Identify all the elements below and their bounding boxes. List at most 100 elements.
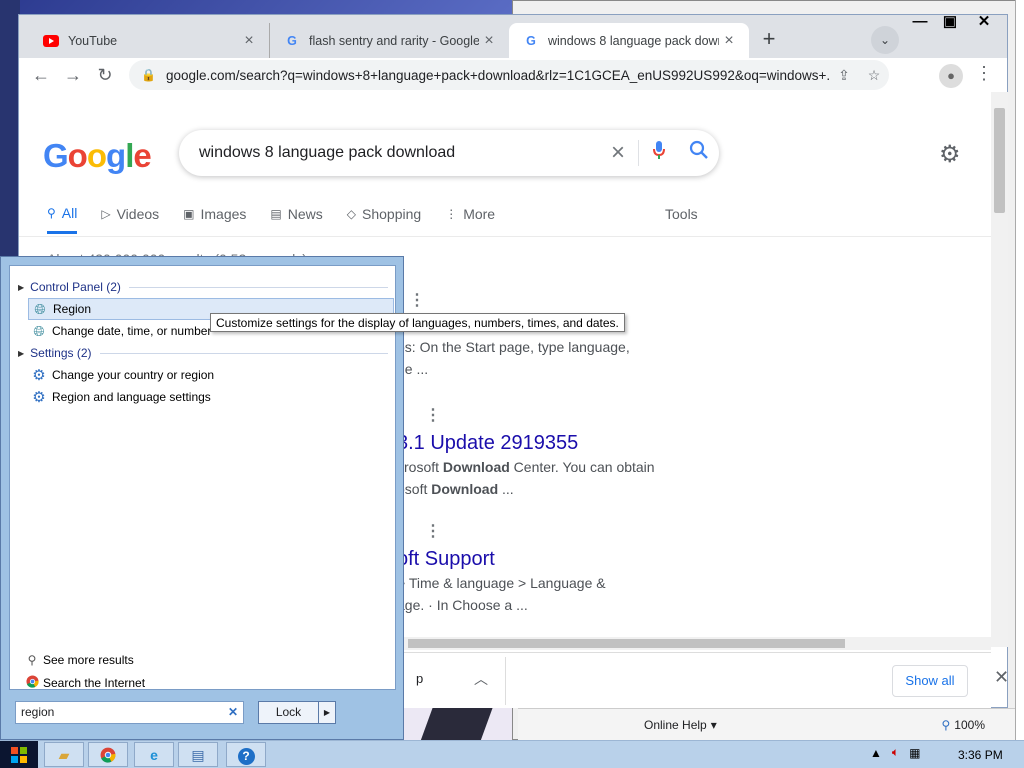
address-bar[interactable]: 🔒 google.com/search?q=windows+8+language… [129, 60, 889, 90]
taskbar-clock[interactable]: 3:36 PM [958, 748, 1003, 762]
lock-button[interactable]: Lock ▶ [258, 701, 336, 724]
tab-all[interactable]: ⚲ All [47, 200, 78, 234]
ie-icon: e [150, 747, 158, 763]
search-internet-link[interactable]: Search the Internet [24, 675, 145, 691]
close-icon[interactable]: ✕ [994, 667, 1009, 688]
download-bar: p ︿ Show all ✕ [404, 652, 1009, 708]
snippet-bold: Download [431, 481, 499, 497]
scroll-thumb[interactable] [994, 108, 1005, 213]
group-header-settings[interactable]: ▶ Settings (2) [18, 346, 388, 360]
group-header-control-panel[interactable]: ▶ Control Panel (2) [18, 280, 388, 294]
tab-google-search[interactable]: G flash sentry and rarity - Google S × [269, 23, 509, 58]
share-icon[interactable]: ⇪ [829, 67, 859, 84]
search-result: oft Support > Time & language > Language… [397, 548, 606, 613]
snippet-bold: Download [442, 459, 510, 475]
chevron-down-icon: ▾ [710, 717, 717, 732]
reload-button[interactable]: ↻ [89, 65, 121, 86]
zoom-level[interactable]: 100% [954, 718, 985, 732]
search-nav-tabs: ⚲ All ▷ Videos ▣ Images ▤ News ◇ Shopping ⋮ Mo… [47, 200, 519, 234]
download-item-name[interactable]: p [416, 671, 423, 686]
tag-icon: ◇ [346, 207, 357, 221]
tab-label: More [463, 206, 496, 222]
tab-strip: YouTube × G flash sentry and rarity - Go… [19, 13, 1007, 58]
see-more-results-link[interactable]: ⚲ See more results [24, 653, 134, 667]
result-label: Change your country or region [52, 368, 215, 382]
minimize-button[interactable]: — [905, 11, 935, 33]
chrome-menu-icon[interactable]: ⋮ [974, 63, 994, 84]
tab-youtube[interactable]: YouTube × [29, 23, 269, 58]
tab-active[interactable]: G windows 8 language pack downl × [509, 23, 749, 58]
result-snippet: he ... [397, 361, 429, 377]
gear-icon[interactable]: ⚙ [939, 140, 961, 169]
more-options-icon[interactable]: ⋮ [409, 290, 425, 310]
tools-button[interactable]: Tools [665, 206, 698, 222]
result-snippet: > Time & language > Language & [397, 575, 606, 591]
close-window-button[interactable]: ✕ [969, 11, 999, 33]
bookmark-star-icon[interactable]: ☆ [859, 67, 889, 84]
vertical-scrollbar[interactable] [991, 92, 1008, 647]
close-tab-icon[interactable]: × [719, 32, 739, 50]
clear-search-icon[interactable]: ✕ [228, 702, 238, 723]
tab-more[interactable]: ⋮ More [445, 200, 495, 228]
lock-icon[interactable]: 🔒 [141, 68, 156, 82]
tab-label: All [61, 204, 78, 221]
volume-muted-icon[interactable]: 🔈︎ [892, 745, 899, 760]
profile-avatar[interactable]: ● [939, 64, 963, 88]
tab-images[interactable]: ▣ Images [183, 200, 246, 228]
tooltip: Customize settings for the display of la… [210, 313, 625, 332]
search-text: region [21, 705, 55, 719]
tab-label: News [287, 206, 323, 222]
show-all-downloads-button[interactable]: Show all [892, 665, 968, 697]
search-result: 3.1 Update 2919355 crosoft Download Cent… [397, 432, 655, 497]
start-button[interactable] [0, 741, 38, 768]
google-logo[interactable]: Google [43, 137, 152, 175]
tab-shopping[interactable]: ◇ Shopping [347, 200, 421, 228]
result-change-country[interactable]: ⚙ Change your country or region [28, 364, 394, 386]
chevron-right-icon[interactable]: ▶ [318, 702, 335, 723]
forward-button[interactable]: → [57, 65, 89, 86]
horizontal-scrollbar[interactable] [404, 637, 991, 650]
result-region-language-settings[interactable]: ⚙ Region and language settings [28, 386, 394, 408]
back-button[interactable]: ← [25, 65, 57, 86]
network-icon[interactable]: ▦ [909, 746, 920, 760]
result-snippet: age. · In Choose a ... [397, 597, 528, 613]
tab-videos[interactable]: ▷ Videos [101, 200, 159, 228]
taskbar-control-panel[interactable]: ▤ [178, 742, 218, 767]
scroll-thumb[interactable] [408, 639, 845, 648]
more-options-icon[interactable]: ⋮ [425, 521, 441, 541]
system-tray: ▲ 🔈︎ ▦ [870, 745, 930, 760]
chevron-up-icon[interactable]: ︿ [474, 669, 488, 689]
video-icon: ▷ [101, 207, 111, 221]
taskbar: ▰ e ▤ ? ▲ 🔈︎ ▦ 3:36 PM [0, 740, 1024, 768]
result-snippet: crosoft Download Center. You can obtain [397, 459, 655, 475]
result-label: Region and language settings [52, 390, 211, 404]
clear-search-icon[interactable]: × [598, 139, 638, 167]
new-tab-button[interactable]: + [755, 26, 783, 54]
maximize-button[interactable]: ▣ [935, 11, 965, 33]
search-input[interactable]: windows 8 language pack download × [179, 130, 719, 176]
image-icon: ▣ [183, 207, 195, 221]
taskbar-explorer[interactable]: ▰ [44, 742, 84, 767]
tray-expand-icon[interactable]: ▲ [870, 746, 882, 760]
tab-news[interactable]: ▤ News [270, 200, 322, 228]
tab-label: Videos [116, 206, 160, 222]
google-icon: G [526, 33, 536, 48]
gear-icon: ⚙ [32, 389, 46, 406]
taskbar-help[interactable]: ? [226, 742, 266, 767]
online-help-link[interactable]: Online Help [644, 718, 707, 732]
taskbar-internet-explorer[interactable]: e [134, 742, 174, 767]
browser-toolbar: ← → ↻ 🔒 google.com/search?q=windows+8+la… [19, 58, 1007, 92]
taskbar-chrome[interactable] [88, 742, 128, 767]
microphone-icon[interactable] [639, 140, 679, 166]
chrome-icon [24, 675, 40, 691]
start-search-input[interactable]: region ✕ [15, 701, 244, 724]
close-tab-icon[interactable]: × [239, 32, 259, 50]
result-title[interactable]: oft Support [397, 548, 606, 571]
expand-arrow-icon: ▶ [18, 348, 25, 358]
result-title[interactable]: 3.1 Update 2919355 [397, 432, 655, 455]
more-options-icon[interactable]: ⋮ [425, 405, 441, 425]
search-icon[interactable] [679, 140, 719, 166]
chrome-icon [100, 747, 116, 763]
close-tab-icon[interactable]: × [479, 32, 499, 50]
tab-search-button[interactable]: ⌄ [871, 26, 899, 54]
